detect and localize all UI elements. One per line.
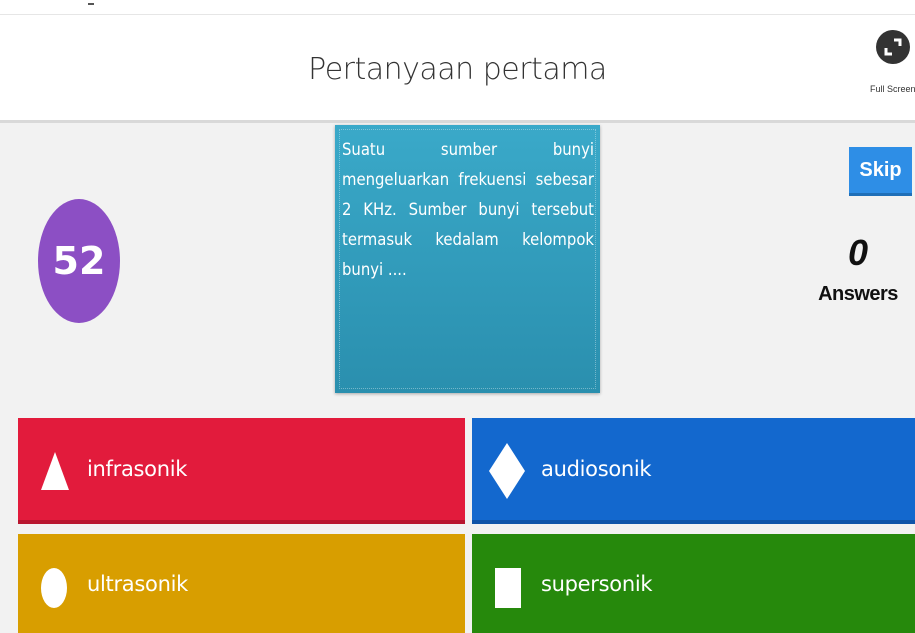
square-icon — [495, 568, 521, 608]
header-bar: Pertanyaan pertama Full Screen — [0, 15, 915, 123]
diamond-icon — [489, 443, 525, 499]
answer-option-4-label: supersonik — [541, 571, 653, 596]
skip-button[interactable]: Skip — [849, 147, 912, 196]
top-strip — [0, 0, 915, 15]
top-strip-mark — [88, 3, 94, 5]
answer-option-1-label: infrasonik — [87, 457, 188, 481]
fullscreen-icon — [884, 38, 902, 56]
question-card: Suatu sumber bunyi mengeluarkan frekuens… — [335, 125, 600, 393]
page-title: Pertanyaan pertama — [308, 52, 607, 87]
answer-option-4[interactable]: supersonik — [472, 534, 915, 633]
countdown-timer: 52 — [38, 199, 120, 323]
fullscreen-label: Full Screen — [870, 84, 915, 94]
fullscreen-button[interactable] — [876, 30, 910, 64]
answer-option-2[interactable]: audiosonik — [472, 418, 915, 524]
triangle-icon — [41, 452, 69, 490]
answer-option-3-label: ultrasonik — [87, 571, 188, 596]
answers-count: 0 — [847, 232, 869, 273]
answer-option-2-label: audiosonik — [541, 457, 652, 481]
question-text: Suatu sumber bunyi mengeluarkan frekuens… — [342, 140, 594, 279]
answer-option-3[interactable]: ultrasonik — [18, 534, 465, 633]
circle-icon — [41, 568, 67, 608]
answer-option-1[interactable]: infrasonik — [18, 418, 465, 524]
answers-label: Answers — [818, 283, 898, 305]
